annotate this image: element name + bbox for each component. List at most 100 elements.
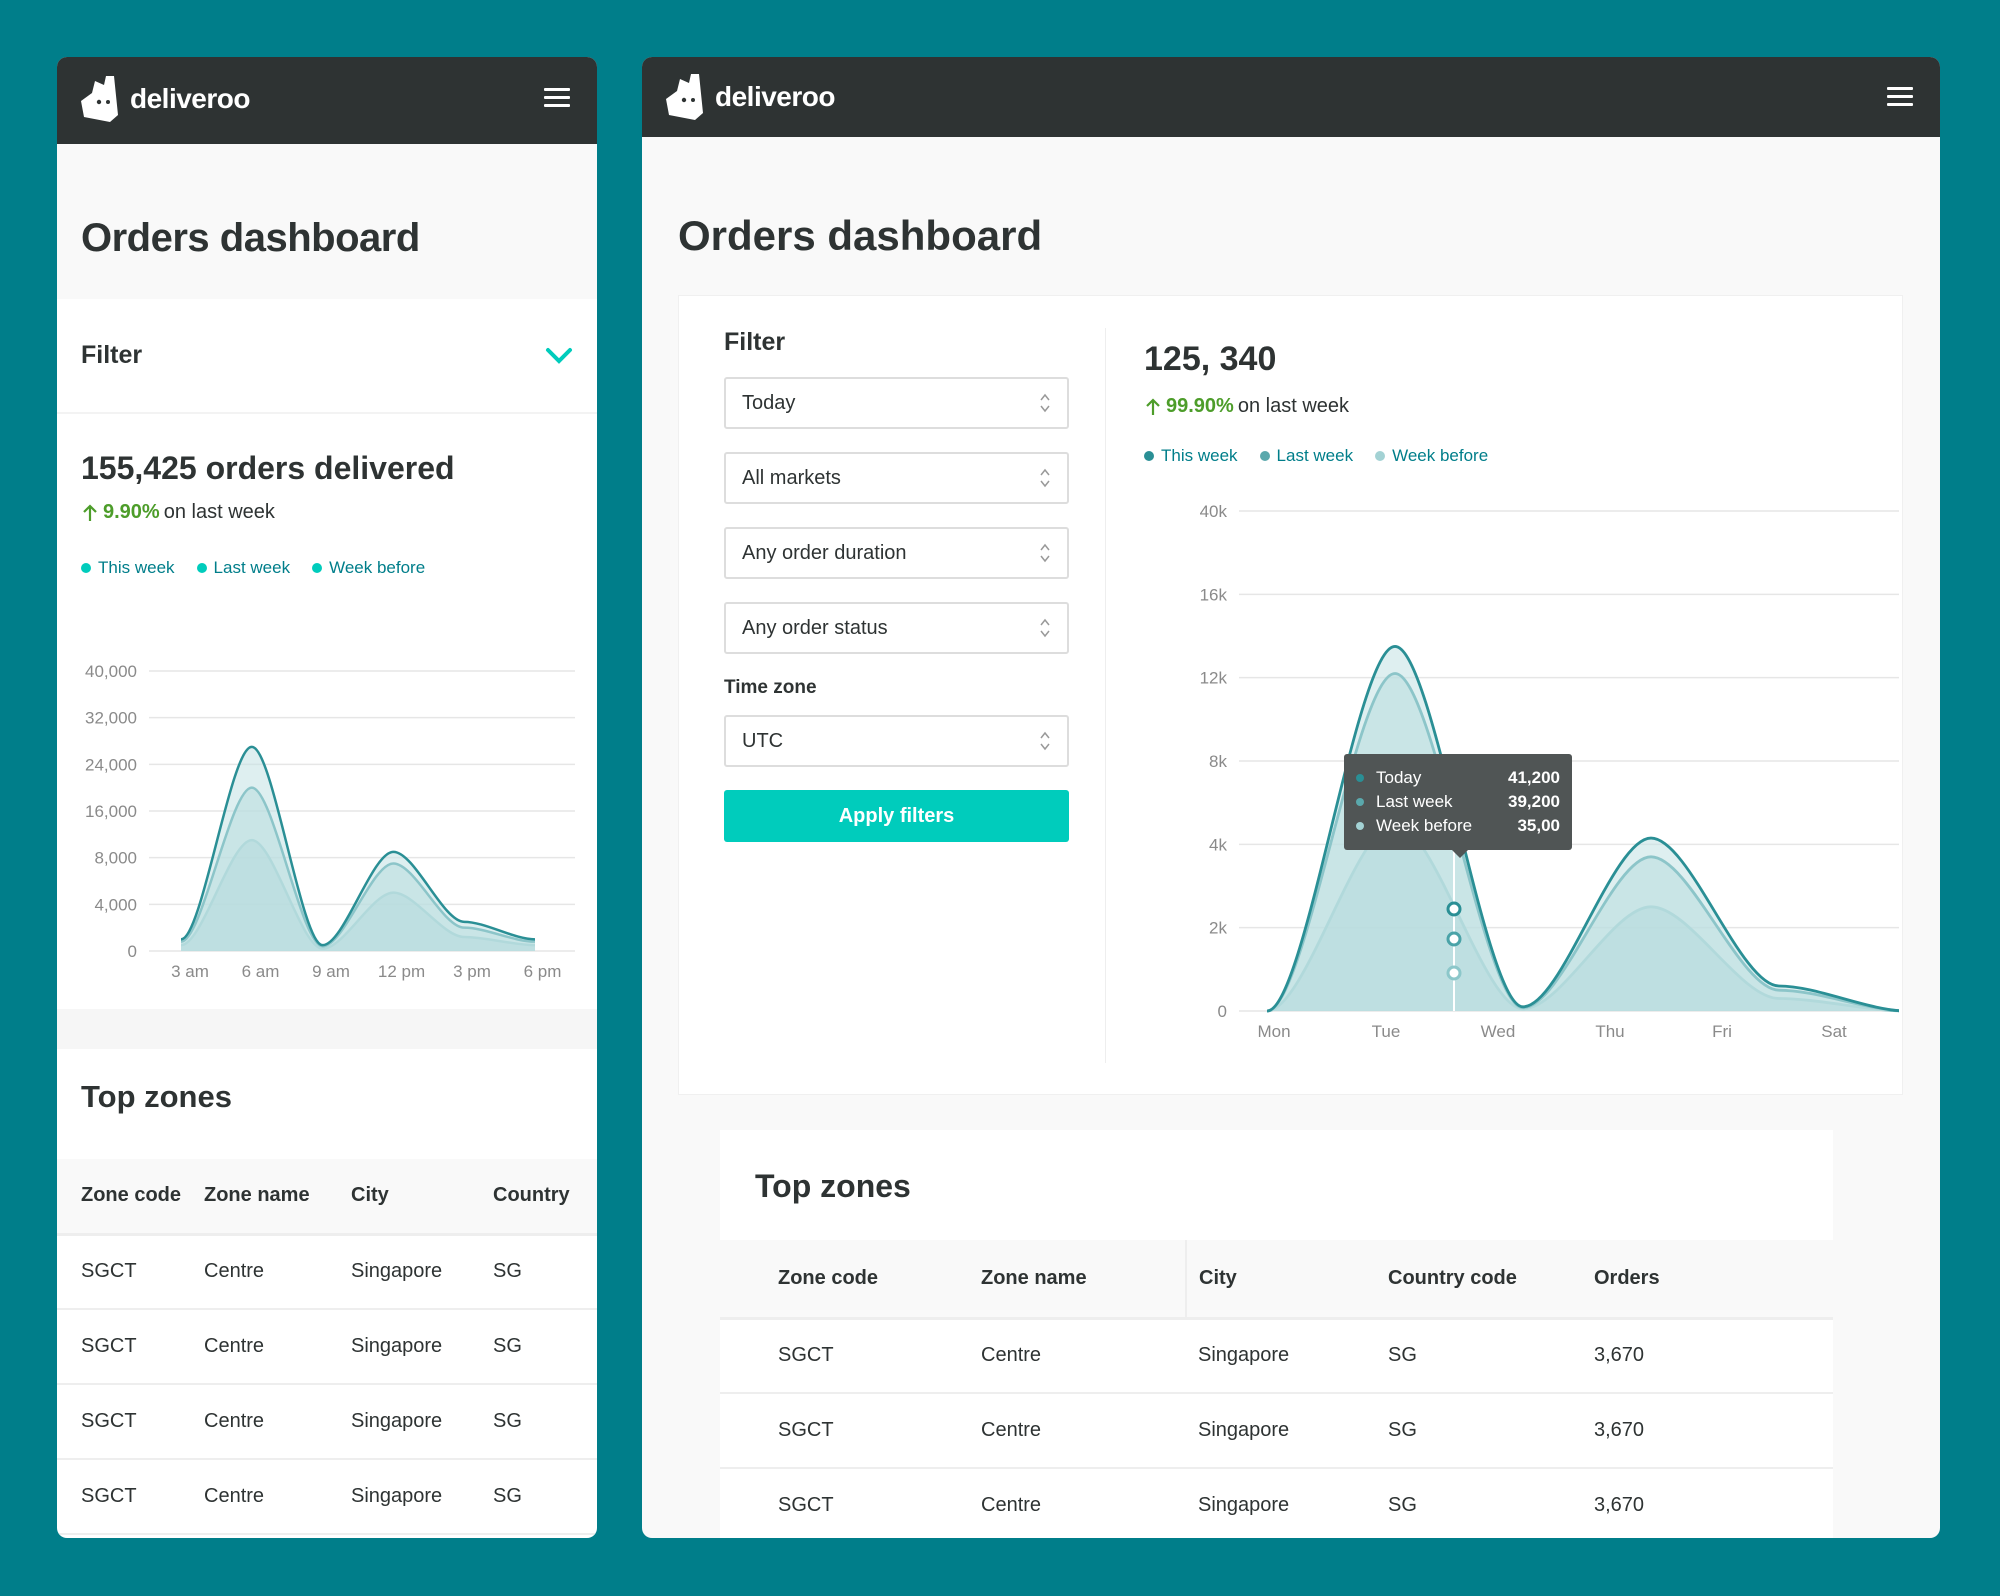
duration-select[interactable]: Any order duration: [724, 527, 1069, 579]
delta-line: 99.90% on last week: [1144, 395, 1488, 418]
table-row[interactable]: SGCT Centre Singapore SG: [57, 1234, 597, 1310]
table-cell: Singapore: [351, 1384, 493, 1460]
legend-label: This week: [98, 558, 175, 577]
table-cell: 3,670: [1594, 1393, 1833, 1469]
column-header[interactable]: City: [351, 1159, 493, 1236]
column-header[interactable]: Country: [493, 1159, 597, 1236]
legend-item[interactable]: Last week: [1259, 446, 1354, 466]
column-header[interactable]: Zone name: [204, 1159, 351, 1236]
table-cell: Centre: [981, 1393, 1186, 1469]
table-cell: Singapore: [351, 1459, 493, 1535]
y-tick-label: 2k: [1209, 919, 1227, 938]
y-tick-label: 16,000: [85, 802, 137, 821]
filter-label: Filter: [81, 341, 143, 369]
table-row[interactable]: SGCT Centre Singapore SG: [57, 1459, 597, 1535]
legend-item[interactable]: Last week: [196, 558, 290, 578]
updown-chevron-icon: [1040, 543, 1050, 563]
table-cell: SG: [1388, 1468, 1594, 1538]
top-zones-card: Top zones Zone code Zone name City Count…: [720, 1130, 1833, 1538]
y-tick-label: 0: [1218, 1002, 1227, 1021]
table-row[interactable]: SGCT Centre Singapore SG: [57, 1309, 597, 1385]
top-bar: deliveroo: [642, 57, 1940, 137]
table-cell: Centre: [204, 1234, 351, 1310]
table-row[interactable]: SGCT Centre Singapore SG 3,670: [720, 1468, 1833, 1538]
y-tick-label: 40k: [1200, 502, 1228, 521]
menu-icon[interactable]: [1887, 87, 1913, 107]
tooltip-dot: [1356, 822, 1364, 830]
table-row[interactable]: SGCT Centre Singapore SG 3,670: [720, 1393, 1833, 1469]
tooltip-value: 39,200: [1508, 792, 1560, 811]
timezone-select[interactable]: UTC: [724, 715, 1069, 767]
orders-total: 125, 340: [1144, 340, 1277, 378]
tooltip-value: 41,200: [1508, 768, 1560, 787]
x-tick-label: 6 pm: [524, 962, 562, 981]
kangaroo-logo-icon: [81, 76, 118, 122]
tooltip-name: Last week: [1376, 792, 1453, 811]
legend-item[interactable]: This week: [1144, 446, 1238, 466]
legend-dot: [1375, 451, 1386, 461]
legend-item[interactable]: Week before: [1375, 446, 1488, 466]
orders-summary: 125, 340 99.90% on last week This week L…: [1144, 340, 1488, 466]
table-cell: SGCT: [720, 1318, 981, 1394]
updown-chevron-icon: [1040, 731, 1050, 751]
tooltip-point: [1446, 931, 1462, 947]
apply-filters-button[interactable]: Apply filters: [724, 790, 1069, 842]
page-title: Orders dashboard: [678, 212, 1043, 259]
column-header[interactable]: Zone code: [720, 1240, 981, 1320]
mobile-view: deliveroo Orders dashboard Filter 155,42…: [57, 57, 597, 1538]
delta-percent: 9.90%: [103, 501, 160, 523]
market-select[interactable]: All markets: [724, 452, 1069, 504]
filter-label: Filter: [724, 328, 786, 356]
table-cell: SGCT: [720, 1468, 981, 1538]
table-cell: Singapore: [1186, 1393, 1388, 1469]
orders-summary: 155,425 orders delivered 9.90% on last w…: [57, 414, 597, 1009]
table-cell: Singapore: [1186, 1468, 1388, 1538]
column-header[interactable]: Country code: [1388, 1240, 1594, 1320]
select-value: Any order status: [742, 616, 888, 639]
x-tick-label: Thu: [1595, 1022, 1624, 1041]
divider: [1105, 328, 1106, 1063]
kangaroo-logo-icon: [666, 74, 703, 120]
legend-item[interactable]: Week before: [312, 558, 425, 578]
table-cell: Singapore: [351, 1309, 493, 1385]
top-zones-table: Zone code Zone name City Country code Or…: [720, 1240, 1833, 1538]
status-select[interactable]: Any order status: [724, 602, 1069, 654]
legend-dot: [81, 563, 91, 573]
brand-name: deliveroo: [715, 81, 835, 112]
menu-icon[interactable]: [544, 88, 570, 108]
filter-panel: Filter Today All markets Any order durat…: [724, 328, 1069, 842]
select-value: Today: [742, 391, 796, 414]
table-cell: Centre: [981, 1468, 1186, 1538]
column-header[interactable]: Zone name: [981, 1240, 1186, 1320]
legend-item[interactable]: This week: [81, 558, 175, 578]
table-cell: SGCT: [57, 1384, 204, 1460]
section-title: Top zones: [755, 1168, 911, 1204]
table-row[interactable]: SGCT Centre Singapore SG: [57, 1384, 597, 1460]
date-select[interactable]: Today: [724, 377, 1069, 429]
updown-chevron-icon: [1040, 393, 1050, 413]
chart-legend: This week Last week Week before: [81, 558, 573, 578]
legend-label: Last week: [1276, 446, 1354, 465]
legend-dot: [1259, 451, 1270, 461]
column-header[interactable]: Zone code: [57, 1159, 204, 1236]
brand-logo[interactable]: deliveroo: [80, 75, 250, 123]
desktop-view: deliveroo Orders dashboard Filter Today …: [642, 57, 1940, 1538]
y-tick-label: 0: [128, 942, 137, 961]
x-tick-label: 6 am: [242, 962, 280, 981]
table-cell: SG: [493, 1459, 597, 1535]
table-cell: Centre: [204, 1384, 351, 1460]
legend-dot: [1144, 451, 1154, 461]
section-gap: [57, 1009, 597, 1049]
top-bar: deliveroo: [57, 57, 597, 144]
table-cell: SGCT: [57, 1459, 204, 1535]
timezone-label: Time zone: [724, 677, 817, 698]
orders-chart-mobile: 0 4,000 8,000 16,000 24,000 32,000 40,000 3 am 6…: [85, 662, 575, 981]
brand-logo[interactable]: deliveroo: [665, 73, 835, 121]
column-header[interactable]: Orders: [1594, 1240, 1833, 1320]
table-row[interactable]: SGCT Centre Singapore SG 3,670: [720, 1318, 1833, 1394]
column-header[interactable]: City: [1185, 1240, 1388, 1320]
y-tick-label: 4k: [1209, 835, 1227, 854]
legend-label: Week before: [1392, 446, 1489, 465]
filter-toggle[interactable]: Filter: [57, 299, 597, 414]
y-tick-label: 8k: [1209, 752, 1227, 771]
